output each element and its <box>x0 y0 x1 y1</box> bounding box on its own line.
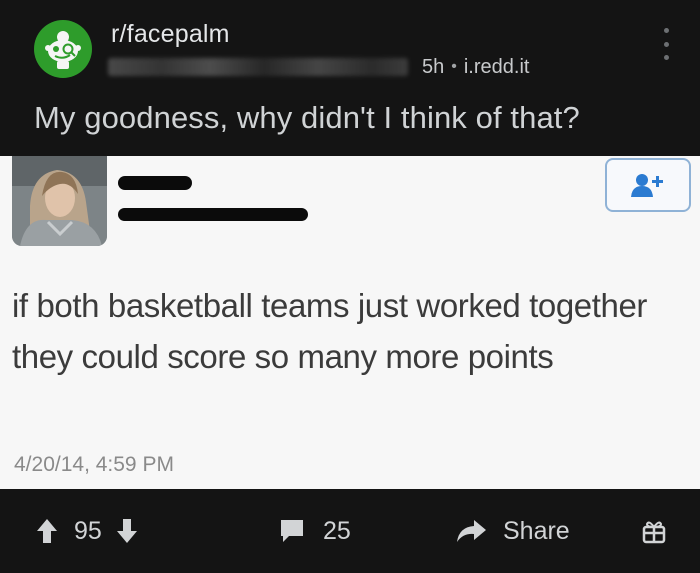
downvote-icon[interactable] <box>116 518 138 544</box>
meta-separator: • <box>451 58 457 75</box>
redacted-username <box>108 58 408 76</box>
share-label: Share <box>503 516 570 545</box>
subreddit-snoo-icon <box>45 31 81 69</box>
award-button[interactable] <box>641 489 667 573</box>
tweet-timestamp: 4/20/14, 4:59 PM <box>14 453 174 476</box>
tweet-avatar <box>12 156 107 246</box>
vote-score: 95 <box>74 516 102 545</box>
follow-button[interactable] <box>605 158 691 212</box>
redacted-display-name <box>118 176 192 190</box>
tweet-image[interactable]: if both basketball teams just worked tog… <box>0 156 700 489</box>
subreddit-avatar[interactable] <box>34 20 92 78</box>
post-header: r/facepalm 5h • i.redd.it <box>0 0 700 92</box>
tweet-text: if both basketball teams just worked tog… <box>12 287 648 375</box>
share-button[interactable]: Share <box>455 489 570 573</box>
comment-icon <box>281 520 303 542</box>
upvote-icon[interactable] <box>36 518 58 544</box>
share-icon <box>457 520 486 542</box>
post-meta: 5h • i.redd.it <box>108 55 529 79</box>
comments-button[interactable]: 25 <box>278 489 351 573</box>
follow-user-icon <box>631 174 663 197</box>
post-action-bar: 95 25 Share <box>0 489 700 573</box>
post-domain[interactable]: i.redd.it <box>464 56 530 79</box>
post-age: 5h <box>422 55 445 78</box>
redacted-handle <box>118 208 308 221</box>
post-title[interactable]: My goodness, why didn't I think of that? <box>34 100 580 136</box>
profile-photo-icon <box>12 156 107 246</box>
comment-count: 25 <box>323 516 351 545</box>
vote-group: 95 <box>36 489 138 573</box>
subreddit-name[interactable]: r/facepalm <box>111 20 230 49</box>
award-icon <box>642 521 666 544</box>
more-options-icon[interactable] <box>654 28 678 60</box>
